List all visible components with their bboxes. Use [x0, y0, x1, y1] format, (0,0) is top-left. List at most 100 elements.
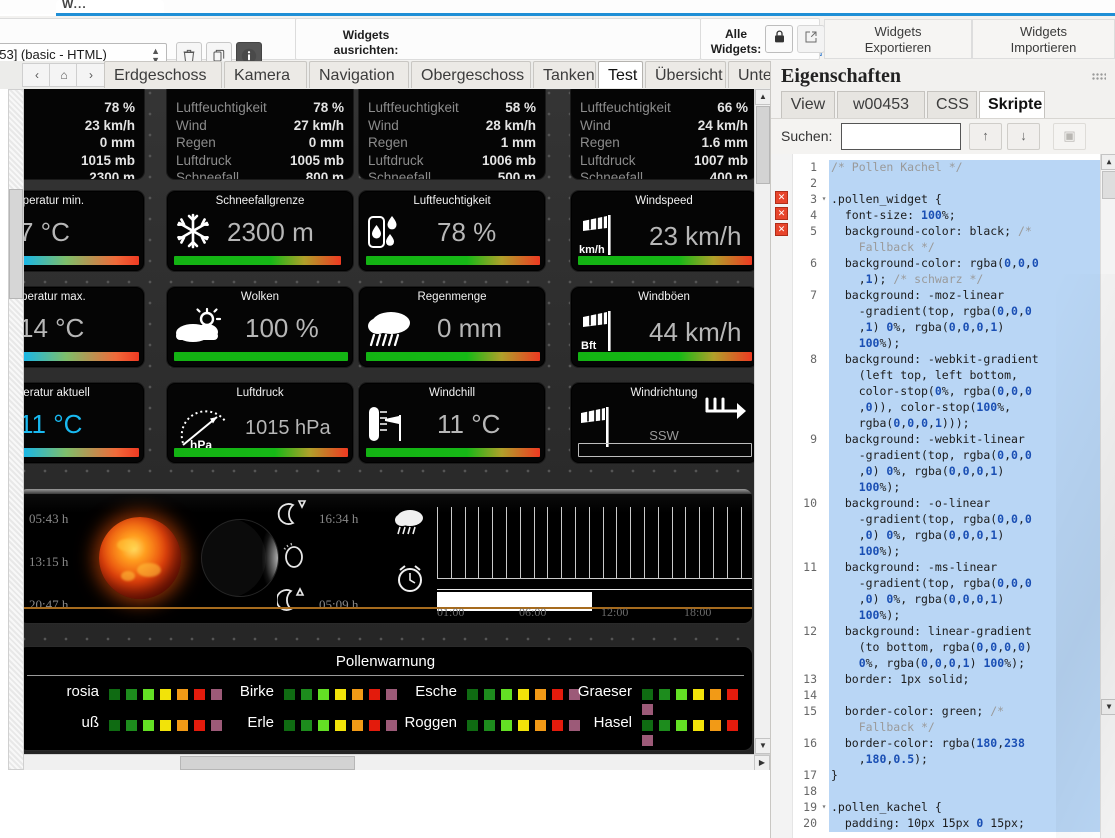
- widgets-import-button[interactable]: Widgets Importieren: [972, 19, 1115, 59]
- pollen-panel[interactable]: Pollenwarnung rosia Birke Esche Graeser uß Er…: [18, 646, 753, 751]
- tab-scroll-back-button[interactable]: ‹: [22, 63, 52, 87]
- page-tab-kamera[interactable]: Kamera: [224, 61, 307, 88]
- measurement-tile[interactable]: Windspeed km/h 23 km/h: [570, 190, 758, 272]
- properties-tab-w00453[interactable]: w00453: [837, 91, 925, 118]
- editor-code-line[interactable]: background: linear-gradient: [829, 624, 1100, 640]
- page-tab-test[interactable]: Test: [598, 61, 643, 88]
- scroll-up-arrow-icon[interactable]: ▲: [755, 89, 770, 105]
- gutter-thumb[interactable]: [9, 189, 23, 299]
- editor-code-line[interactable]: ,1); /* schwarz */: [829, 272, 1100, 288]
- page-tab-obergeschoss[interactable]: Obergeschoss: [411, 61, 531, 88]
- search-next-button[interactable]: ↓: [1007, 123, 1040, 150]
- page-tab-navigation[interactable]: Navigation: [309, 61, 409, 88]
- editor-code-line[interactable]: border-color: rgba(180,238: [829, 736, 1100, 752]
- editor-code-line[interactable]: background: -webkit-linear: [829, 432, 1100, 448]
- properties-tab-skripte[interactable]: Skripte: [979, 91, 1045, 118]
- search-prev-button[interactable]: ↑: [969, 123, 1002, 150]
- widgets-export-button[interactable]: Widgets Exportieren: [824, 19, 972, 59]
- code-fold-toggle[interactable]: ▾: [819, 194, 829, 203]
- canvas-vscroll-thumb[interactable]: [756, 106, 770, 184]
- editor-code-line[interactable]: padding: 10px 15px 0 15px;: [829, 816, 1100, 832]
- tab-home-button[interactable]: ⌂: [49, 63, 79, 87]
- editor-code-line[interactable]: color-stop(0%, rgba(0,0,0: [829, 384, 1100, 400]
- editor-code-line[interactable]: }: [829, 768, 1100, 784]
- editor-code-line[interactable]: /* Pollen Kachel */: [829, 160, 1100, 176]
- code-fold-toggle[interactable]: ▾: [819, 802, 829, 811]
- measurement-tile[interactable]: Windchill 11 °C: [358, 382, 546, 464]
- editor-code-line[interactable]: ,0) 0%, rgba(0,0,0,1): [829, 464, 1100, 480]
- editor-line-number: 9: [810, 432, 817, 446]
- editor-code-line[interactable]: (left top, left bottom,: [829, 368, 1100, 384]
- canvas-hscroll-thumb[interactable]: [180, 756, 355, 770]
- tab-scroll-forward-button[interactable]: ›: [76, 63, 106, 87]
- measurement-tile[interactable]: Luftfeuchtigkeit 78 %: [358, 190, 546, 272]
- search-input[interactable]: [841, 123, 961, 150]
- editor-code-line[interactable]: background: -o-linear: [829, 496, 1100, 512]
- widget-canvas[interactable]: feuchtigkeit78 %nd23 km/hgen0 mmdruck101…: [0, 89, 770, 770]
- editor-code-line[interactable]: rgba(0,0,0,1)));: [829, 416, 1100, 432]
- editor-code-line[interactable]: background-color: rgba(0,0,0: [829, 256, 1100, 272]
- editor-code-line[interactable]: ,0) 0%, rgba(0,0,0,1): [829, 528, 1100, 544]
- editor-code-line[interactable]: ,180,0.5);: [829, 752, 1100, 768]
- editor-code-line[interactable]: [829, 176, 1100, 192]
- moon-phase-icon: [283, 542, 303, 568]
- measurement-tile[interactable]: Wolken 100 %: [166, 286, 354, 368]
- scroll-down-arrow-icon[interactable]: ▼: [755, 738, 770, 754]
- properties-tab-view[interactable]: View: [781, 91, 835, 118]
- editor-code-line[interactable]: ,0)), color-stop(100%,: [829, 400, 1100, 416]
- editor-code-line[interactable]: Fallback */: [829, 240, 1100, 256]
- script-editor[interactable]: ✕ ✕ ✕ 1/* Pollen Kachel */2 3 ▾ .pollen_widge…: [771, 154, 1115, 838]
- editor-vertical-scrollbar[interactable]: ▲ ▼: [1100, 154, 1115, 838]
- astro-panel[interactable]: 05:43 h 13:15 h 20:47 h 16:34 h 05:09 h: [18, 488, 753, 624]
- canvas-vertical-scrollbar[interactable]: ▲ ▼: [754, 89, 770, 754]
- forecast-tile[interactable]: Luftfeuchtigkeit 66 % Wind 24 km/h Regen 1.6 …: [570, 89, 758, 180]
- editor-code-line[interactable]: [829, 688, 1100, 704]
- save-script-button[interactable]: ▣: [1053, 123, 1086, 150]
- page-tab--bersicht[interactable]: Übersicht: [645, 61, 726, 88]
- page-tab-erdgeschoss[interactable]: Erdgeschoss: [104, 61, 222, 88]
- editor-code-line[interactable]: ,1) 0%, rgba(0,0,0,1): [829, 320, 1100, 336]
- editor-scroll-up-icon[interactable]: ▲: [1101, 154, 1115, 170]
- resize-grip-icon[interactable]: [1092, 73, 1106, 81]
- editor-code-line[interactable]: 0%, rgba(0,0,0,1) 100%);: [829, 656, 1100, 672]
- editor-code-line[interactable]: 100%);: [829, 608, 1100, 624]
- canvas-horizontal-scrollbar[interactable]: ◀ ▶: [0, 754, 770, 770]
- page-tab-tanken[interactable]: Tanken: [533, 61, 596, 88]
- editor-code-line[interactable]: 100%);: [829, 544, 1100, 560]
- measurement-tile[interactable]: Windrichtung SSW: [570, 382, 758, 464]
- measurement-tile[interactable]: Regenmenge 0 mm: [358, 286, 546, 368]
- measurement-tile[interactable]: Schneefallgrenze 2300 m: [166, 190, 354, 272]
- editor-code-line[interactable]: 100%);: [829, 480, 1100, 496]
- align-group: Widgets ausrichten:: [295, 18, 964, 60]
- editor-code-line[interactable]: -gradient(top, rgba(0,0,0: [829, 512, 1100, 528]
- editor-code-line[interactable]: .pollen_kachel {: [829, 800, 1100, 816]
- editor-code-line[interactable]: [829, 784, 1100, 800]
- editor-vscroll-thumb[interactable]: [1102, 171, 1115, 199]
- editor-code-line[interactable]: background: -ms-linear: [829, 560, 1100, 576]
- editor-code-line[interactable]: (to bottom, rgba(0,0,0,0): [829, 640, 1100, 656]
- canvas-left-gutter[interactable]: [0, 89, 24, 838]
- editor-code-line[interactable]: background: -webkit-gradient: [829, 352, 1100, 368]
- editor-code-line[interactable]: -gradient(top, rgba(0,0,0: [829, 448, 1100, 464]
- forecast-tile[interactable]: Luftfeuchtigkeit 78 % Wind 27 km/h Regen 0 mm…: [166, 89, 354, 180]
- forecast-tile[interactable]: Luftfeuchtigkeit 58 % Wind 28 km/h Regen 1 mm…: [358, 89, 546, 180]
- editor-scroll-down-icon[interactable]: ▼: [1101, 699, 1115, 715]
- editor-code-line[interactable]: border: 1px solid;: [829, 672, 1100, 688]
- editor-code-line[interactable]: background: -moz-linear: [829, 288, 1100, 304]
- editor-code-line[interactable]: ,0) 0%, rgba(0,0,0,1): [829, 592, 1100, 608]
- editor-code-line[interactable]: -gradient(top, rgba(0,0,0: [829, 576, 1100, 592]
- editor-code-line[interactable]: background-color: black; /*: [829, 224, 1100, 240]
- editor-code-line[interactable]: Fallback */: [829, 720, 1100, 736]
- scroll-right-arrow-icon[interactable]: ▶: [754, 755, 770, 770]
- popout-widgets-button[interactable]: [797, 25, 825, 53]
- editor-code-line[interactable]: font-size: 100%;: [829, 208, 1100, 224]
- editor-code-line[interactable]: border-color: green; /*: [829, 704, 1100, 720]
- editor-code-line[interactable]: .pollen_widget {: [829, 192, 1100, 208]
- forecast-key: Regen: [368, 135, 408, 150]
- properties-tab-css[interactable]: CSS: [927, 91, 977, 118]
- lock-widgets-button[interactable]: [765, 25, 793, 53]
- editor-code-line[interactable]: 100%);: [829, 336, 1100, 352]
- editor-code-line[interactable]: -gradient(top, rgba(0,0,0: [829, 304, 1100, 320]
- measurement-tile[interactable]: Luftdruck hPa 1015 hPa: [166, 382, 354, 464]
- measurement-tile[interactable]: Windböen Bft 44 km/h: [570, 286, 758, 368]
